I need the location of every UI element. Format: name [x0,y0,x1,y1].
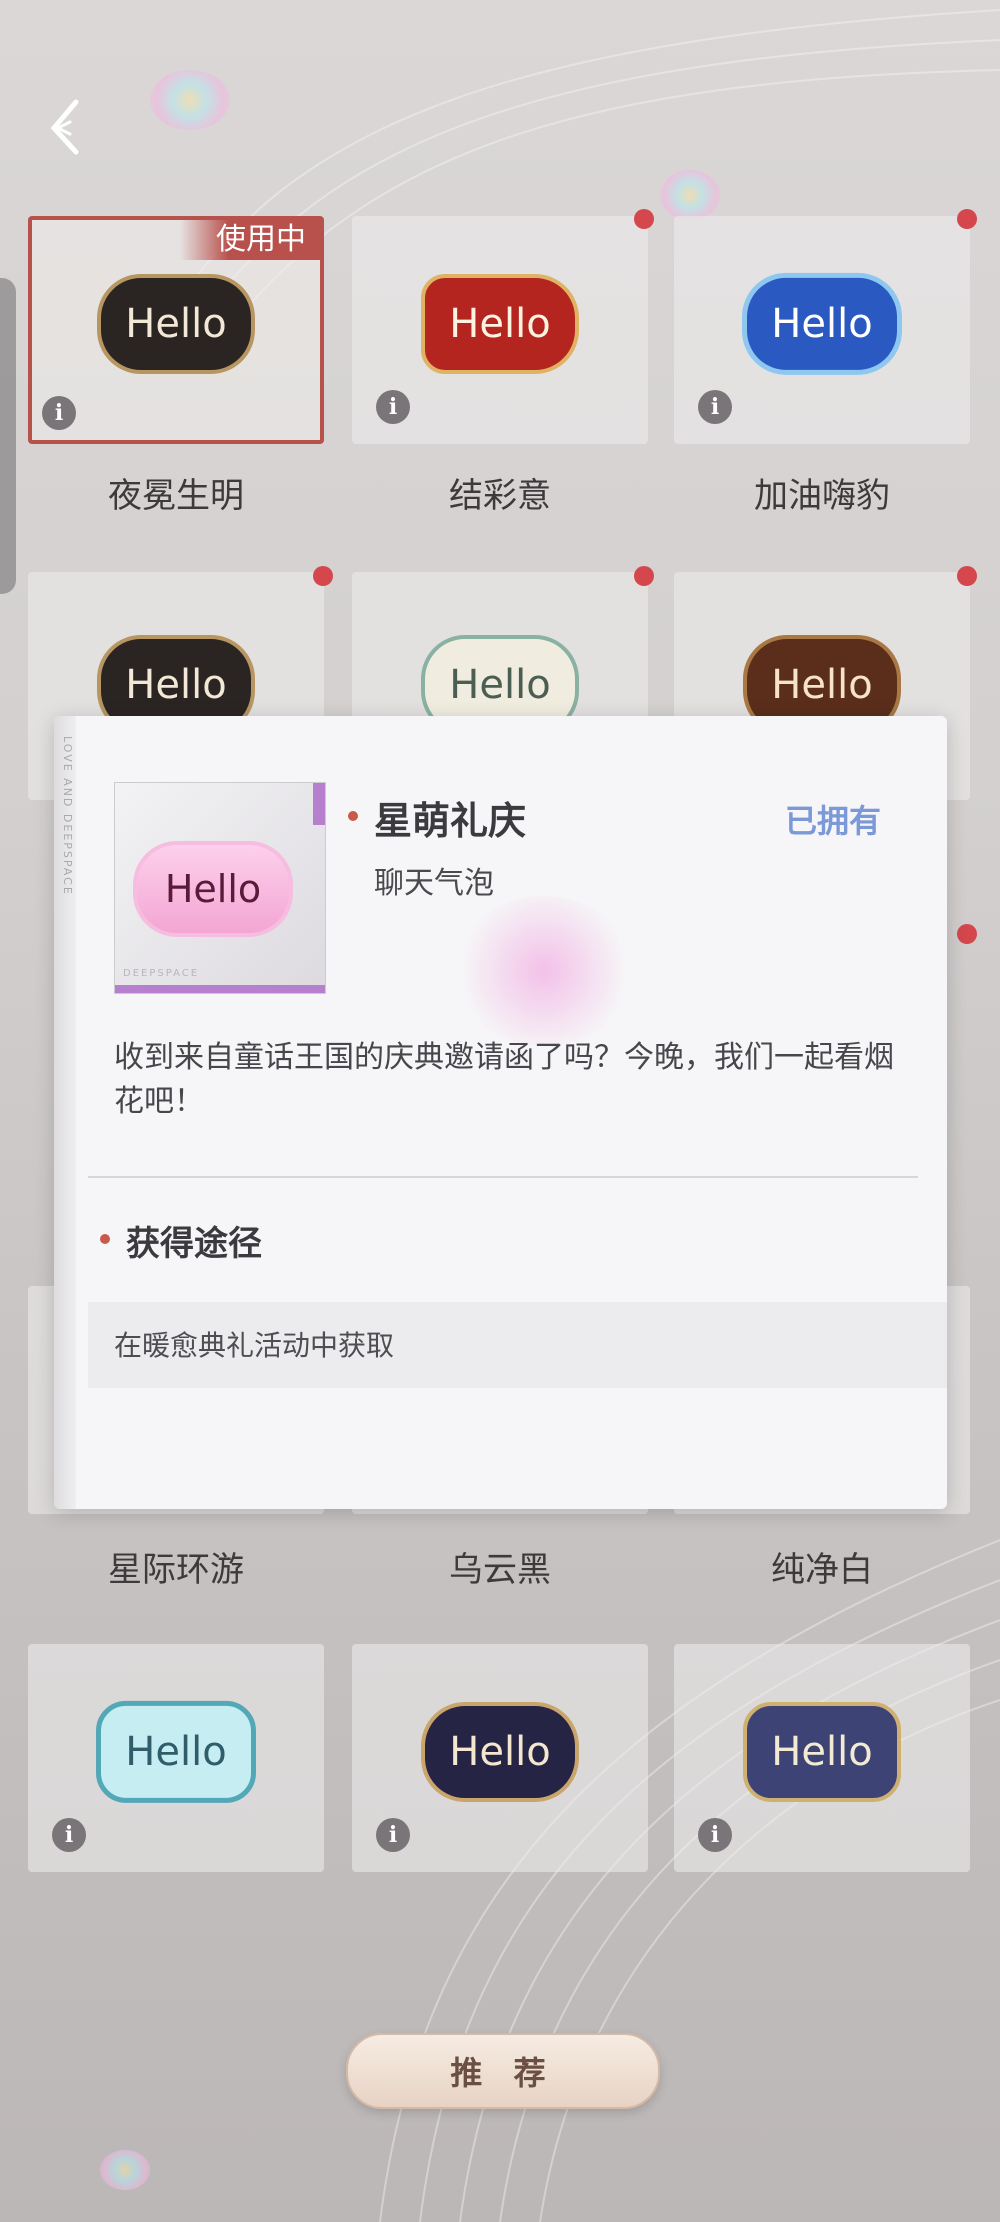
card-label: 结彩意 [449,476,551,516]
new-dot [313,566,333,586]
info-icon[interactable]: i [376,1818,410,1852]
item-description: 收到来自童话王国的庆典邀请函了吗？今晚，我们一起看烟花吧！ [114,1040,894,1119]
owned-status: 已拥有 [784,802,881,840]
bubble-preview: Hello [96,1700,256,1803]
bubble-preview: Hello [421,274,579,374]
card-label: 纯净白 [771,1550,873,1590]
bubble-card-jiecaiyi[interactable]: Hello i [352,216,648,444]
bubble-card-yemian[interactable]: 使用中 Hello i [28,216,324,444]
back-button[interactable] [42,92,102,162]
thumb-brand: DEEPSPACE [123,968,200,979]
in-use-badge: 使用中 [180,220,320,260]
info-icon[interactable]: i [698,1818,732,1852]
divider [88,1176,918,1178]
rainbow-sparkle [660,170,720,220]
section-dot [100,1234,110,1244]
bubble-card-jiayou[interactable]: Hello i [674,216,970,444]
item-type: 聊天气泡 [374,866,494,901]
acquire-source-text: 在暖愈典礼活动中获取 [114,1329,395,1362]
bubble-preview: Hello [97,274,255,374]
sparkle-glow [454,896,634,1046]
bubble-preview: Hello [742,272,902,375]
new-dot [957,566,977,586]
rainbow-sparkle [100,2150,150,2190]
bubble-preview: Hello [421,1702,579,1802]
new-dot [957,209,977,229]
info-icon[interactable]: i [52,1818,86,1852]
card-label: 加油嗨豹 [754,476,890,516]
item-detail-modal[interactable]: LOVE AND DEEPSPACE Hello DEEPSPACE 星萌礼庆 … [54,716,947,1509]
card-label: 夜冕生明 [108,476,244,516]
acquire-source-row: 在暖愈典礼活动中获取 [88,1302,947,1388]
bubble-card[interactable]: Hello i [28,1644,324,1872]
card-label: 星际环游 [108,1550,244,1590]
new-dot [634,209,654,229]
new-dot [957,924,977,944]
bubble-card[interactable]: Hello i [674,1644,970,1872]
bubble-preview: Hello [743,1702,901,1802]
modal-side-text: LOVE AND DEEPSPACE [61,736,74,896]
bubble-card[interactable]: Hello i [352,1644,648,1872]
acquire-section-title: 获得途径 [126,1224,262,1264]
side-handle[interactable] [0,278,16,594]
info-icon[interactable]: i [376,390,410,424]
recommend-button[interactable]: 推 荐 [346,2033,660,2109]
title-dot [348,811,358,821]
thumb-tag [313,783,325,825]
thumb-bar [115,985,325,993]
new-dot [634,566,654,586]
info-icon[interactable]: i [42,396,76,430]
thumb-bubble: Hello [133,841,293,937]
rainbow-sparkle [150,70,230,130]
info-icon[interactable]: i [698,390,732,424]
chevron-left-icon [50,99,79,155]
item-title: 星萌礼庆 [374,798,527,843]
card-label: 乌云黑 [449,1550,551,1590]
item-thumbnail: Hello DEEPSPACE [114,782,326,994]
